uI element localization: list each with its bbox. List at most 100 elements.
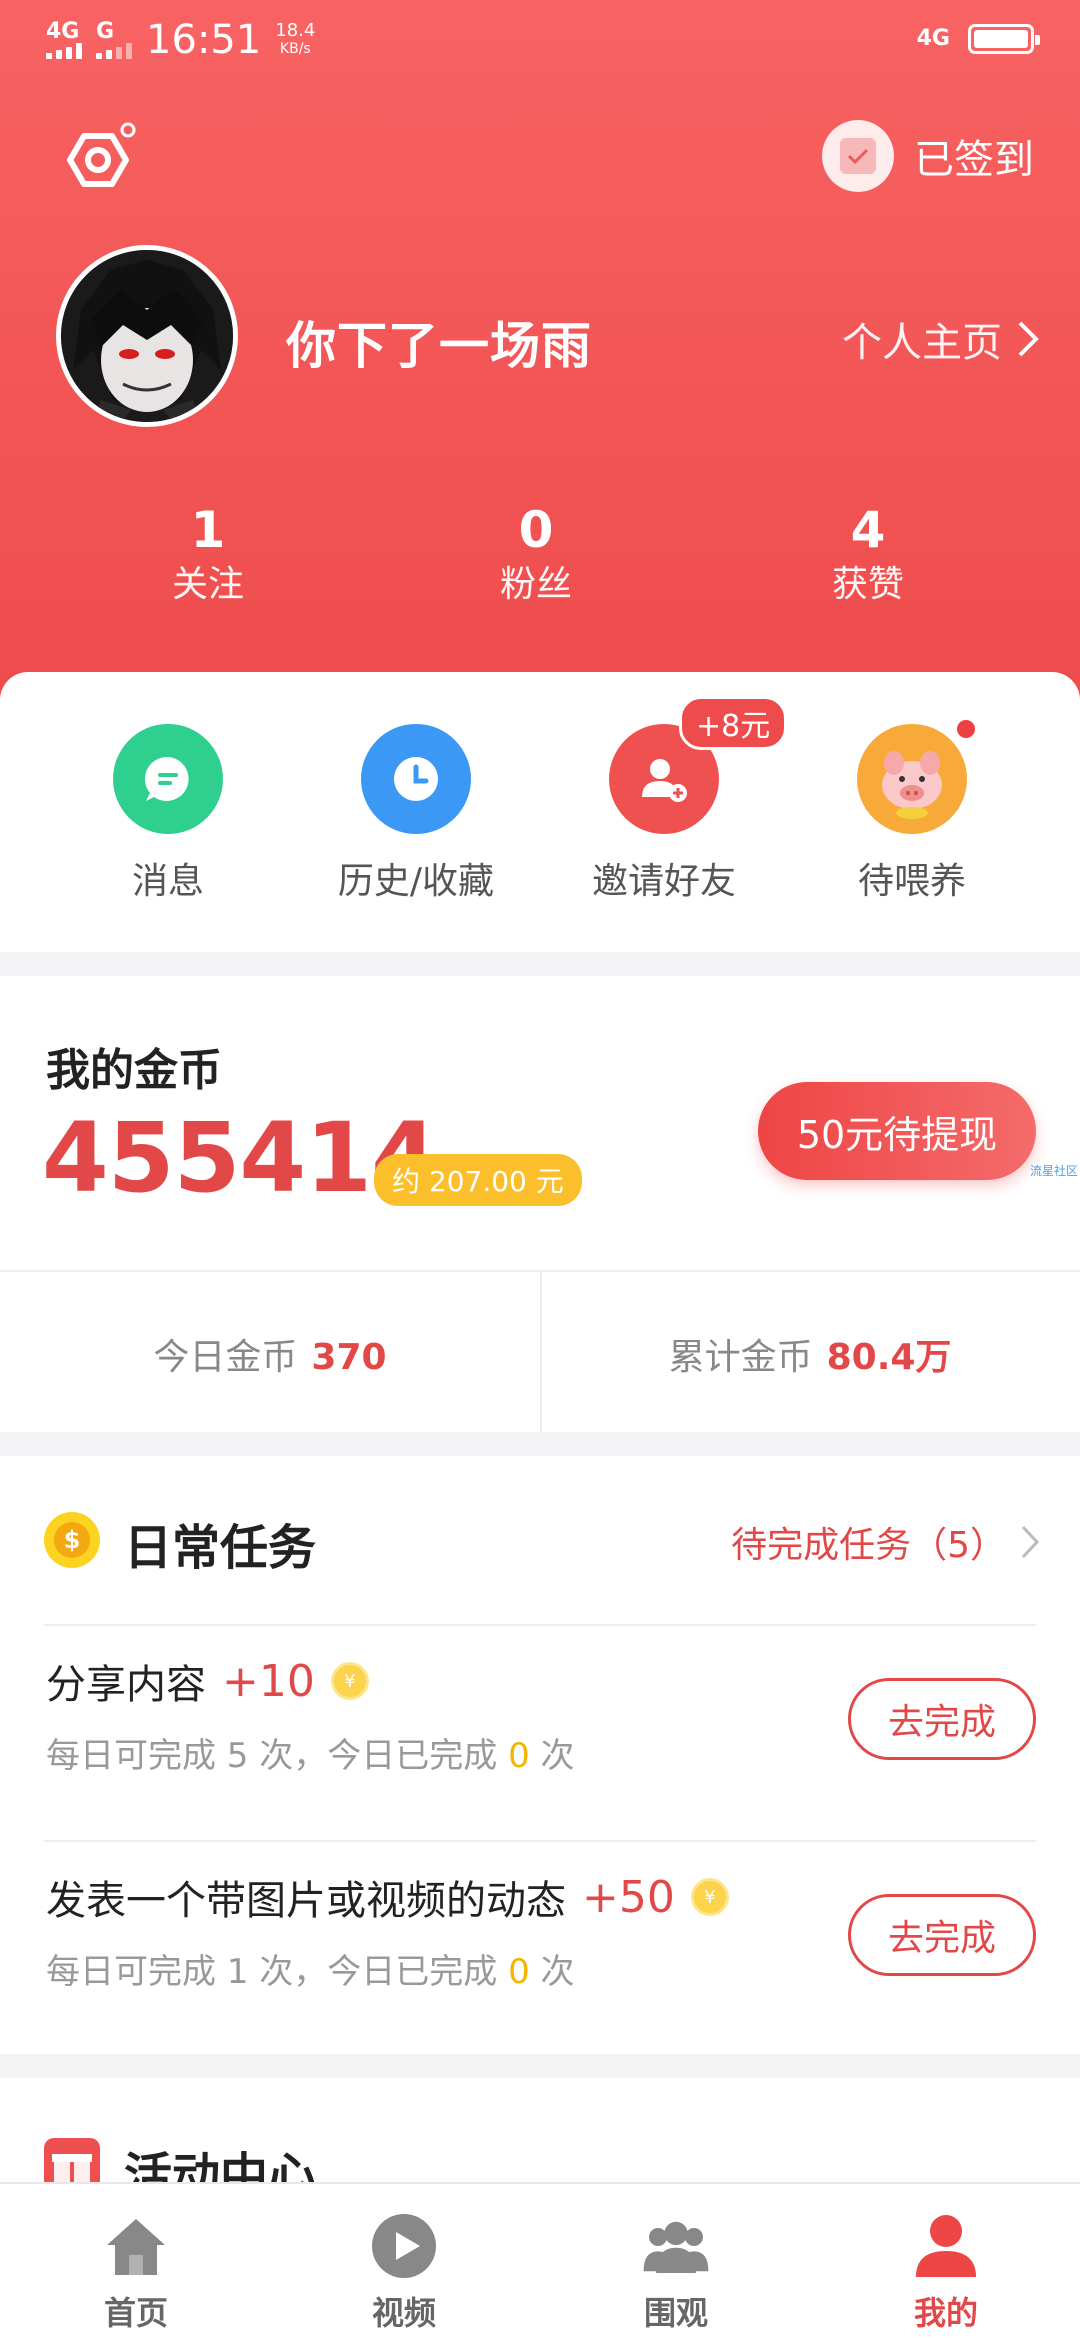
today-coins-label: 今日金币 [153, 1337, 298, 1378]
coins-approx-badge: 约 207.00 元 [374, 1154, 582, 1206]
shortcut-invite[interactable]: +8元 邀请好友 [544, 696, 788, 904]
chevron-right-icon [1021, 1525, 1040, 1559]
home-icon [100, 2210, 172, 2282]
status-right: 4G [916, 24, 1040, 54]
tasks-title: 日常任务 [124, 1520, 317, 1576]
withdraw-button[interactable]: 50元待提现 [758, 1082, 1036, 1180]
task-done-count: 0 [508, 1736, 530, 1776]
net-speed-value: 18.4 [275, 20, 316, 41]
signin-label: 已签到 [914, 137, 1034, 183]
daily-tasks-card: $ 日常任务 待完成任务（5） 分享内容 +10 ¥ 每日可完成 5 次，今日已… [0, 1456, 1080, 2054]
chevron-right-icon [1018, 321, 1039, 357]
notification-dot [957, 720, 975, 738]
coin-icon: ¥ [690, 1878, 729, 1916]
clock: 16:51 [146, 17, 262, 63]
shortcut-label: 邀请好友 [591, 861, 736, 902]
play-icon [368, 2210, 440, 2282]
task-name: 分享内容 [46, 1662, 206, 1708]
task-desc-prefix: 每日可完成 1 次，今日已完成 [46, 1952, 498, 1992]
signal-2: G [96, 21, 132, 59]
shortcut-panel: 消息 历史/收藏 +8元 邀请好友 待喂养 [0, 672, 1080, 952]
shortcut-history[interactable]: 历史/收藏 [296, 724, 536, 904]
stat-label: 关注 [171, 564, 244, 605]
profile-link-label: 个人主页 [842, 320, 1002, 366]
go-complete-button[interactable]: 去完成 [848, 1678, 1036, 1760]
coin-icon: ¥ [330, 1662, 369, 1700]
total-coins-value: 80.4万 [826, 1337, 952, 1378]
status-bar: 4G G 16:51 18.4 KB/s 4G [0, 0, 1080, 90]
nav-home[interactable]: 首页 [36, 2210, 236, 2334]
go-complete-button[interactable]: 去完成 [848, 1894, 1036, 1976]
bottom-navigation: 首页 视频 围观 我的 [0, 2182, 1080, 2340]
nav-label: 视频 [371, 2294, 436, 2332]
task-desc-suffix: 次 [540, 1736, 575, 1776]
stat-followers[interactable]: 0 粉丝 [436, 500, 636, 610]
task-points: +50 [582, 1871, 675, 1923]
invite-reward-badge: +8元 [679, 696, 788, 750]
task-item: 发表一个带图片或视频的动态 +50 ¥ 每日可完成 1 次，今日已完成 0 次 … [0, 1840, 1080, 2056]
coins-card: 我的金币 455414 约 207.00 元 50元待提现 流星社区 今日金币 3… [0, 976, 1080, 1432]
stat-label: 粉丝 [499, 564, 572, 605]
net-speed: 18.4 KB/s [275, 22, 315, 58]
stat-following[interactable]: 1 关注 [108, 500, 308, 610]
stat-likes[interactable]: 4 获赞 [768, 500, 968, 610]
clock-icon [361, 724, 471, 834]
task-name: 发表一个带图片或视频的动态 [46, 1878, 566, 1924]
coins-title: 我的金币 [46, 1045, 222, 1096]
avatar[interactable] [56, 245, 238, 427]
task-title-row: 发表一个带图片或视频的动态 +50 ¥ [46, 1868, 729, 1926]
shortcut-label: 待喂养 [857, 861, 966, 902]
stat-value: 1 [190, 501, 226, 559]
nav-label: 围观 [643, 2294, 708, 2332]
shortcut-feeding[interactable]: 待喂养 [792, 720, 1032, 904]
shortcut-messages[interactable]: 消息 [48, 724, 288, 904]
profile-header: 4G G 16:51 18.4 KB/s 4G 已签到 你下了一场雨 个人主页 … [0, 0, 1080, 720]
coin-symbol: $ [54, 1522, 90, 1558]
task-title-row: 分享内容 +10 ¥ [46, 1652, 369, 1710]
network-type-2: G [96, 19, 115, 44]
task-done-count: 0 [508, 1952, 530, 1992]
nav-watch[interactable]: 围观 [576, 2210, 776, 2334]
pig-icon [857, 720, 975, 834]
nav-mine[interactable]: 我的 [846, 2210, 1046, 2334]
coins-amount: 455414 [42, 1102, 438, 1214]
profile-link[interactable]: 个人主页 [842, 310, 1040, 368]
profile-stats: 1 关注 0 粉丝 4 获赞 [0, 500, 1080, 620]
shortcut-label: 消息 [131, 861, 204, 902]
settings-button[interactable] [56, 118, 140, 202]
task-desc-prefix: 每日可完成 5 次，今日已完成 [46, 1736, 498, 1776]
today-coins-value: 370 [311, 1337, 387, 1378]
total-coins-label: 累计金币 [668, 1337, 813, 1378]
signin-status[interactable]: 已签到 [822, 118, 1034, 194]
task-description: 每日可完成 1 次，今日已完成 0 次 [46, 1944, 575, 1993]
task-desc-suffix: 次 [540, 1952, 575, 1992]
profile-page: 4G G 16:51 18.4 KB/s 4G 已签到 你下了一场雨 个人主页 … [0, 0, 1080, 2340]
signal-bars-icon [46, 43, 82, 59]
shortcut-label: 历史/收藏 [337, 861, 495, 902]
gear-icon [67, 122, 136, 187]
signal-bars-icon [96, 43, 132, 59]
pending-tasks-label: 待完成任务（5） [731, 1525, 1006, 1566]
avatar-image [61, 250, 233, 422]
battery-icon [968, 24, 1040, 54]
message-icon [113, 724, 223, 834]
stat-value: 0 [518, 501, 554, 559]
nav-label: 我的 [913, 2294, 978, 2332]
signal-1: 4G [46, 21, 82, 59]
status-left: 4G G 16:51 18.4 KB/s [46, 18, 315, 62]
nav-video[interactable]: 视频 [304, 2210, 504, 2334]
pending-tasks-link[interactable]: 待完成任务（5） [731, 1516, 1040, 1568]
stat-value: 4 [850, 501, 886, 559]
task-item: 分享内容 +10 ¥ 每日可完成 5 次，今日已完成 0 次 去完成 [0, 1624, 1080, 1840]
group-icon [640, 2210, 712, 2282]
watermark: 流星社区 [1029, 1164, 1078, 1178]
user-icon [910, 2210, 982, 2282]
task-points: +10 [222, 1655, 315, 1707]
network-type-right: 4G [916, 26, 950, 51]
signin-calendar-icon [822, 120, 894, 192]
invite-user-icon: +8元 [609, 696, 788, 834]
today-coins[interactable]: 今日金币 370 [0, 1328, 540, 1380]
nav-label: 首页 [103, 2294, 168, 2332]
total-coins[interactable]: 累计金币 80.4万 [540, 1328, 1080, 1380]
username: 你下了一场雨 [286, 317, 592, 375]
